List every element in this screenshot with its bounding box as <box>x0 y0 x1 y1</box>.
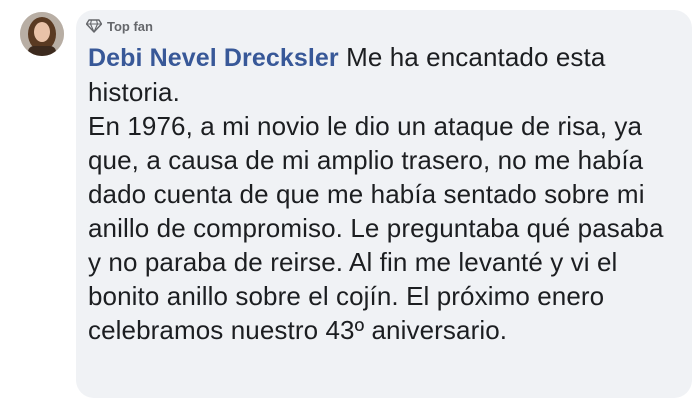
badge-label: Top fan <box>107 18 153 34</box>
profile-photo <box>20 12 64 56</box>
comment-text: Me ha encantado esta historia. En 1976, … <box>88 42 664 345</box>
top-fan-badge: Top fan <box>86 18 153 34</box>
avatar[interactable] <box>20 12 64 56</box>
diamond-icon <box>86 19 102 33</box>
comment-bubble: Top fan Debi Nevel Drecksler Me ha encan… <box>76 10 692 398</box>
author-name[interactable]: Debi Nevel Drecksler <box>88 44 339 72</box>
comment-body: Debi Nevel Drecksler Me ha encantado est… <box>88 40 678 347</box>
